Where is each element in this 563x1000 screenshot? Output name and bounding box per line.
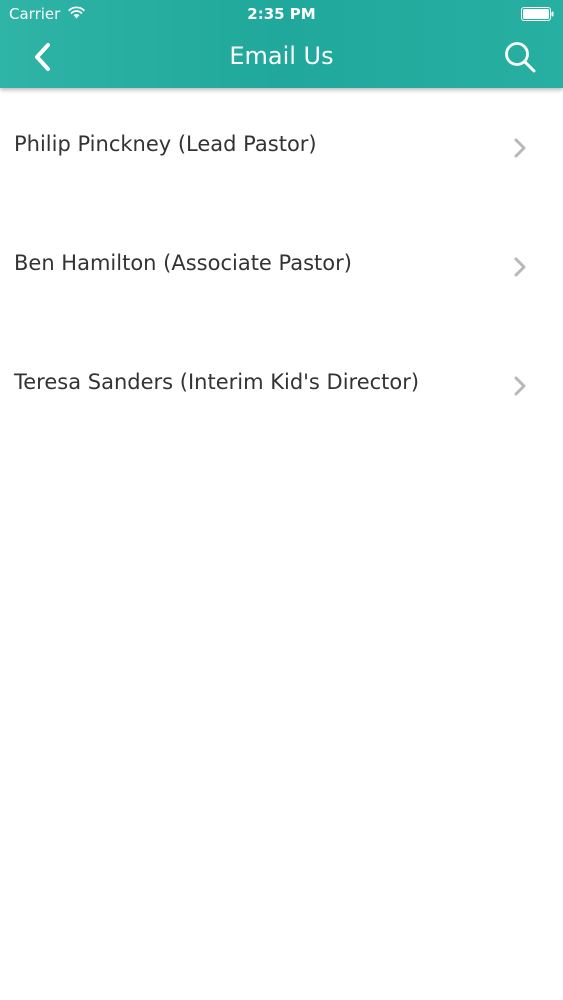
list-item[interactable]: Philip Pinckney (Lead Pastor) xyxy=(0,88,563,207)
top-bar: Carrier 2:35 PM Email Us xyxy=(0,0,563,88)
contact-label: Philip Pinckney (Lead Pastor) xyxy=(14,132,317,156)
navigation-bar: Email Us xyxy=(0,30,563,88)
status-bar: Carrier 2:35 PM xyxy=(0,0,563,30)
page-title: Email Us xyxy=(229,42,334,70)
contact-label: Teresa Sanders (Interim Kid's Director) xyxy=(14,370,420,394)
contact-list: Philip Pinckney (Lead Pastor) Ben Hamilt… xyxy=(0,88,563,445)
search-button[interactable] xyxy=(500,38,540,76)
chevron-right-icon xyxy=(514,257,526,277)
clock-time: 2:35 PM xyxy=(247,5,316,23)
contact-label: Ben Hamilton (Associate Pastor) xyxy=(14,251,352,275)
battery-icon xyxy=(521,7,554,21)
chevron-right-icon xyxy=(514,376,526,396)
chevron-right-icon xyxy=(514,138,526,158)
list-item[interactable]: Ben Hamilton (Associate Pastor) xyxy=(0,207,563,326)
search-icon xyxy=(505,42,536,73)
list-item[interactable]: Teresa Sanders (Interim Kid's Director) xyxy=(0,326,563,445)
